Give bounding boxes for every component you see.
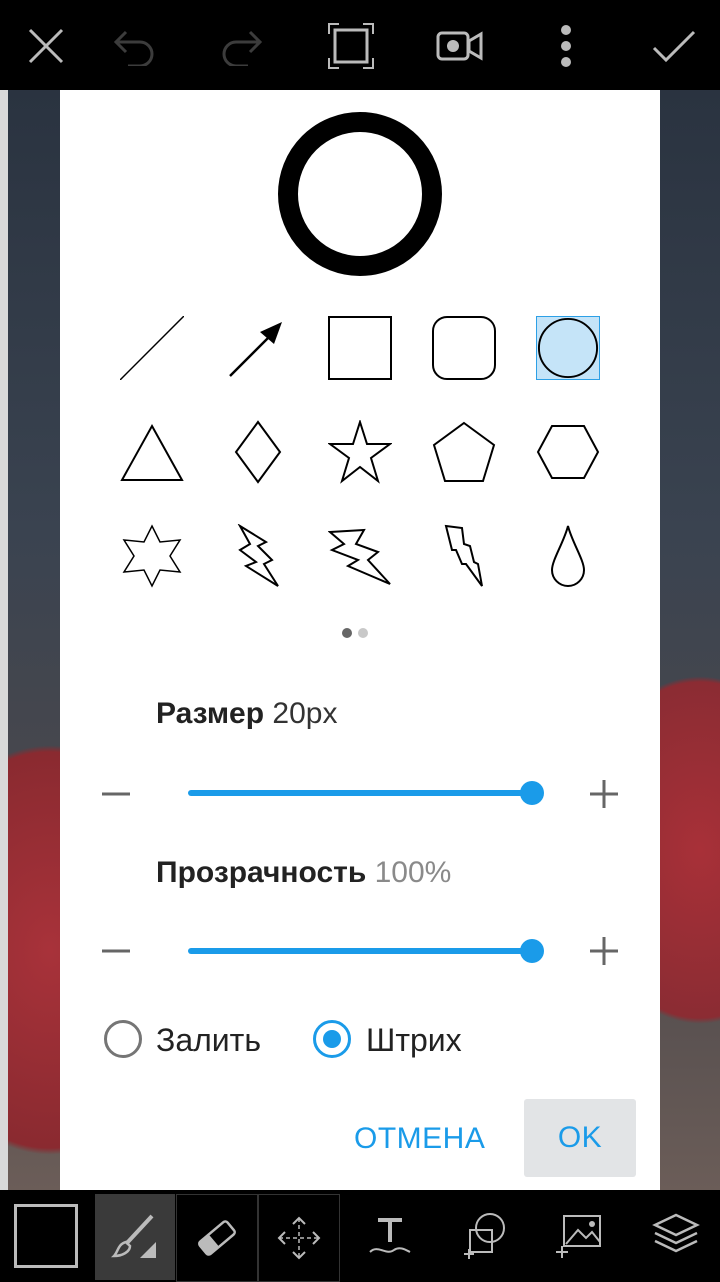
stroke-label[interactable]: Штрих <box>366 1022 462 1059</box>
page-indicator <box>342 628 368 638</box>
top-toolbar <box>0 0 720 90</box>
ok-button[interactable]: OK <box>524 1099 636 1177</box>
size-slider-thumb[interactable] <box>520 781 544 805</box>
shape-lightning-1[interactable] <box>226 524 290 588</box>
opacity-slider-track[interactable] <box>188 948 532 954</box>
move-icon[interactable] <box>258 1194 340 1282</box>
close-icon[interactable] <box>20 20 72 72</box>
ok-label: OK <box>557 1121 603 1154</box>
video-camera-icon[interactable] <box>434 20 486 72</box>
opacity-plus-button[interactable] <box>586 933 622 969</box>
page-dot-active[interactable] <box>342 628 352 638</box>
undo-icon[interactable] <box>108 20 160 72</box>
shape-line[interactable] <box>120 316 184 380</box>
shape-lightning-2[interactable] <box>328 524 392 588</box>
shape-square[interactable] <box>328 316 392 380</box>
shape-circle[interactable] <box>536 316 600 380</box>
shape-diamond[interactable] <box>226 420 290 484</box>
brush-icon[interactable] <box>95 1194 175 1280</box>
crop-frame-icon[interactable] <box>325 20 377 72</box>
shape-preview <box>278 112 442 276</box>
color-swatch[interactable] <box>6 1196 86 1276</box>
text-icon[interactable] <box>350 1196 430 1276</box>
redo-icon[interactable] <box>216 20 268 72</box>
size-minus-button[interactable] <box>98 776 134 812</box>
shape-drop[interactable] <box>536 524 600 588</box>
shape-six-point-star[interactable] <box>120 524 184 588</box>
opacity-minus-button[interactable] <box>98 933 134 969</box>
page-dot[interactable] <box>358 628 368 638</box>
more-vertical-icon[interactable] <box>540 20 592 72</box>
shape-star[interactable] <box>328 420 392 484</box>
add-photo-icon[interactable] <box>540 1196 620 1276</box>
fill-label[interactable]: Залить <box>156 1022 261 1059</box>
cancel-button[interactable]: ОТМЕНА <box>354 1122 485 1156</box>
shape-pentagon[interactable] <box>432 420 496 484</box>
size-label: Размер 20px <box>156 697 338 730</box>
layers-icon[interactable] <box>636 1196 716 1276</box>
size-slider-track[interactable] <box>188 790 532 796</box>
shape-rounded-square[interactable] <box>432 316 496 380</box>
stroke-radio[interactable] <box>313 1020 351 1058</box>
opacity-slider-thumb[interactable] <box>520 939 544 963</box>
shape-icon[interactable] <box>444 1196 524 1276</box>
shape-triangle[interactable] <box>120 420 184 484</box>
shape-hexagon[interactable] <box>536 420 600 484</box>
size-plus-button[interactable] <box>586 776 622 812</box>
fill-radio[interactable] <box>104 1020 142 1058</box>
shape-arrow[interactable] <box>226 316 290 380</box>
eraser-icon[interactable] <box>176 1194 258 1282</box>
opacity-label: Прозрачность 100% <box>156 856 452 889</box>
shape-lightning-3[interactable] <box>432 524 496 588</box>
check-icon[interactable] <box>648 20 700 72</box>
